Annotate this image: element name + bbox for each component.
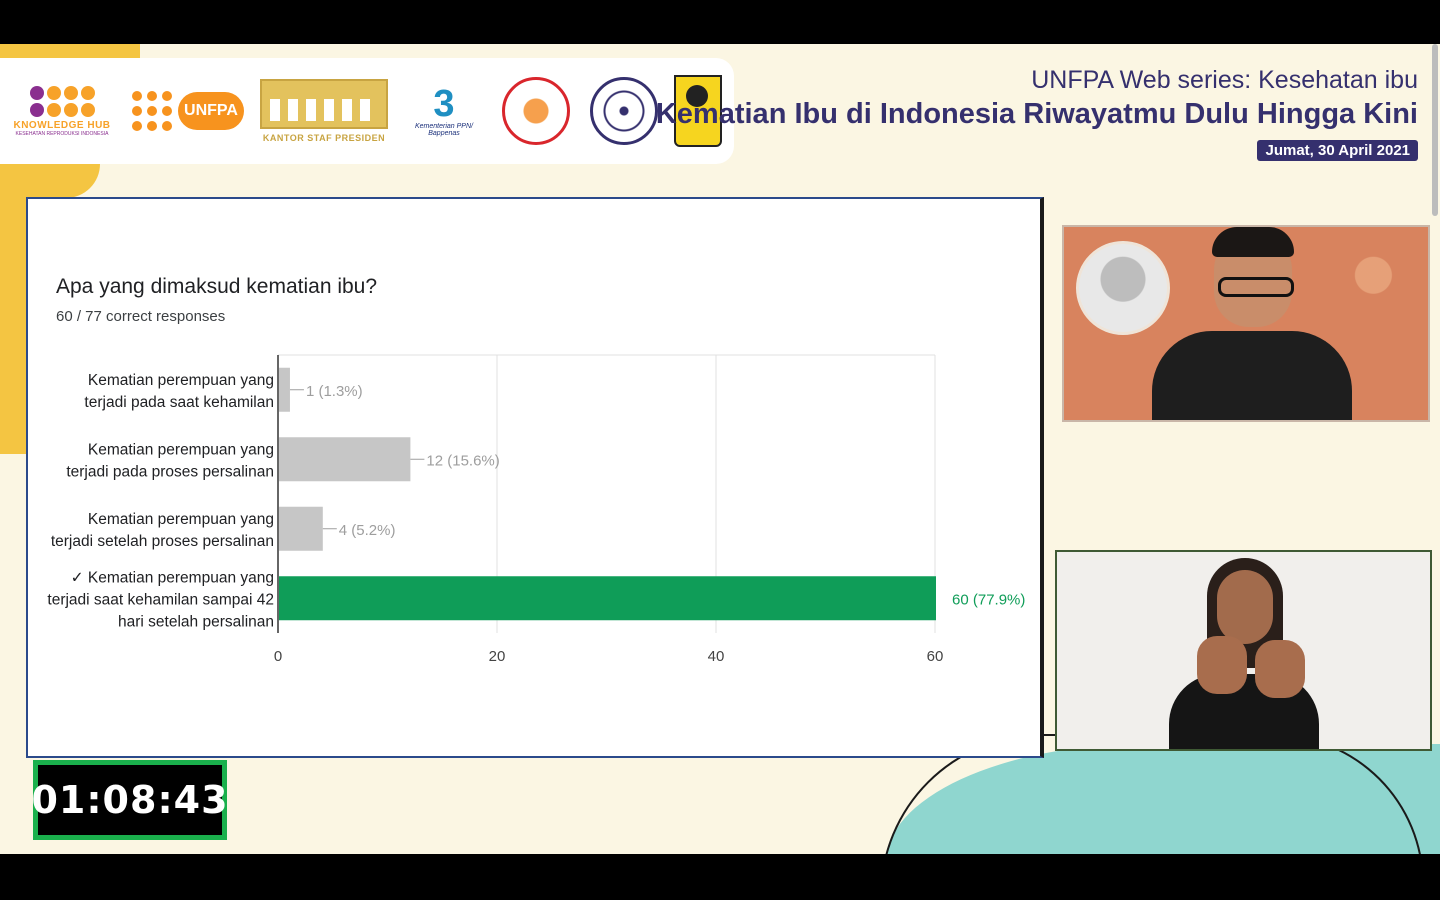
unfpa-name: UNFPA [178, 92, 244, 130]
knowledge-hub-logo: KNOWLEDGE HUB KESEHATAN REPRODUKSI INDON… [10, 58, 114, 164]
presentation-slide: Apa yang dimaksud kematian ibu? 60 / 77 … [26, 197, 1044, 758]
ksp-logo: KANTOR STAF PRESIDEN [260, 58, 388, 164]
webinar-stage: KNOWLEDGE HUB KESEHATAN REPRODUKSI INDON… [0, 44, 1440, 854]
bar [279, 437, 411, 482]
seal-icon [590, 77, 658, 145]
date-badge: Jumat, 30 April 2021 [1257, 140, 1418, 161]
bappenas-name: Kementerian PPN/ Bappenas [415, 123, 473, 137]
speaker-video [1062, 225, 1430, 422]
category-label: terjadi pada saat kehamilan [84, 394, 274, 411]
unfpa-dots-icon [132, 91, 173, 131]
yellow-pattern-left [0, 164, 28, 454]
yellow-pattern-top [0, 44, 140, 58]
question-title: Apa yang dimaksud kematian ibu? [56, 275, 377, 298]
countdown-timer: 01:08:43 [31, 760, 228, 840]
category-label: ✓ Kematian perempuan yang [71, 569, 274, 586]
category-label: Kematian perempuan yang [88, 511, 274, 528]
category-label: Kematian perempuan yang [88, 441, 274, 458]
scrollbar[interactable] [1432, 44, 1438, 216]
red-seal-logo [502, 58, 570, 164]
sign-language-interpreter-video [1055, 550, 1432, 751]
value-label: 60 (77.9%) [952, 591, 1025, 608]
bar-correct [279, 576, 936, 621]
bappenas-logo: 3 Kementerian PPN/ Bappenas [404, 58, 484, 164]
bar [279, 506, 323, 551]
knowledge-hub-tagline: KESEHATAN REPRODUKSI INDONESIA [15, 130, 109, 137]
bar [279, 367, 290, 412]
series-title: UNFPA Web series: Kesehatan ibu [1031, 66, 1418, 94]
x-tick-label: 20 [489, 648, 506, 665]
category-label: hari setelah persalinan [118, 613, 274, 630]
value-label: 12 (15.6%) [426, 452, 499, 469]
seal-icon [502, 77, 570, 145]
knowledge-hub-icon [29, 85, 95, 117]
category-label: Kematian perempuan yang [88, 372, 274, 389]
timer-display: 01:08:43 [31, 765, 228, 835]
category-label: terjadi pada proses persalinan [66, 463, 274, 480]
x-tick-label: 0 [274, 648, 282, 665]
x-tick-label: 60 [927, 648, 944, 665]
bottom-letterbox [0, 854, 1440, 900]
category-label: terjadi saat kehamilan sampai 42 [47, 591, 274, 608]
quiz-results-chart: Apa yang dimaksud kematian ibu? 60 / 77 … [47, 275, 1025, 665]
glasses-icon [1218, 277, 1294, 297]
ksp-name: KANTOR STAF PRESIDEN [262, 133, 386, 143]
yellow-pattern-corner [0, 164, 100, 198]
x-tick-label: 40 [708, 648, 725, 665]
response-count: 60 / 77 correct responses [56, 308, 225, 325]
speaker-figure [1152, 227, 1352, 420]
partner-logos: KNOWLEDGE HUB KESEHATAN REPRODUKSI INDON… [0, 58, 734, 164]
value-label: 4 (5.2%) [339, 522, 396, 539]
top-letterbox [0, 0, 1440, 44]
bappenas-icon: 3 [433, 83, 455, 125]
knowledge-hub-name: KNOWLEDGE HUB [13, 119, 111, 131]
category-label: terjadi setelah proses persalinan [51, 533, 274, 550]
palace-icon [260, 79, 388, 129]
blue-seal-logo [590, 58, 658, 164]
webinar-title: Kematian Ibu di Indonesia Riwayatmu Dulu… [655, 98, 1418, 130]
value-label: 1 (1.3%) [306, 383, 363, 400]
unfpa-logo: UNFPA [132, 58, 244, 164]
